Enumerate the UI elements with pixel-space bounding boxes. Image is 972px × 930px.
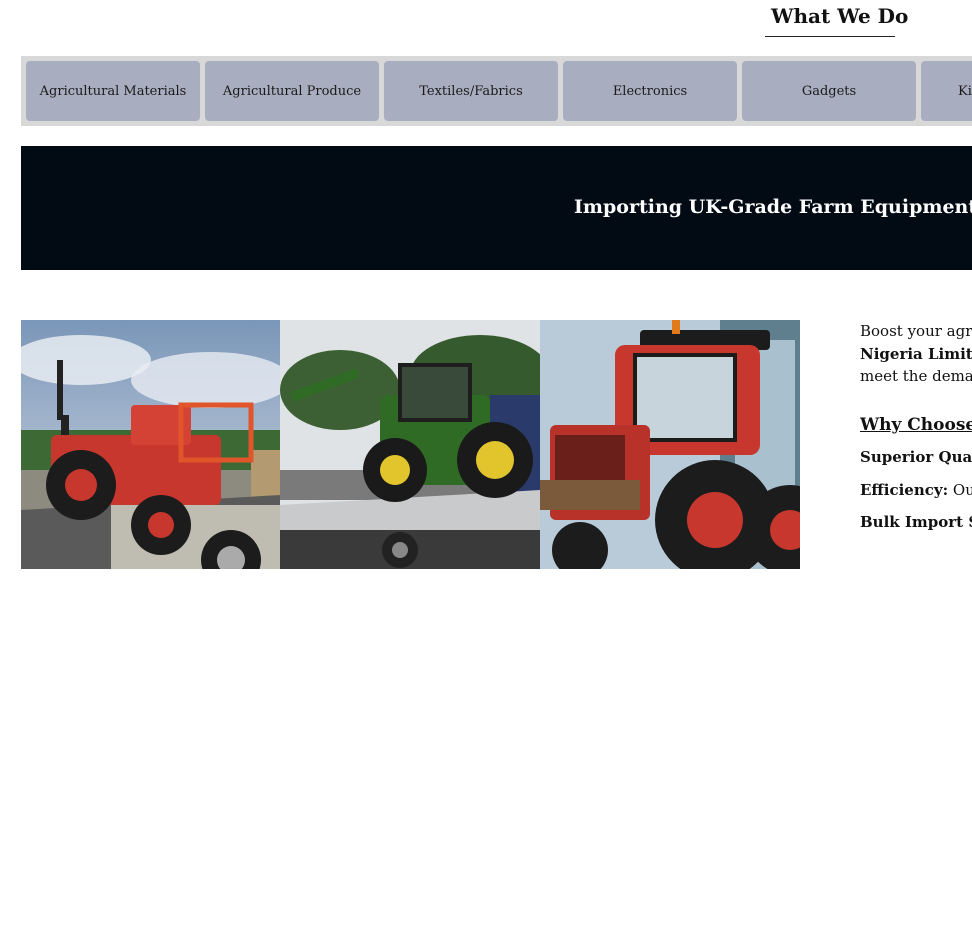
intro-line-3: meet the demar	[860, 367, 972, 385]
point-label: Superior Quali	[860, 448, 972, 466]
category-tabs: Agricultural Materials Agricultural Prod…	[21, 56, 972, 126]
section-heading-underline: What We Do	[765, 0, 908, 37]
point-text: Our	[952, 480, 972, 499]
tab-kitchen[interactable]: Ki	[921, 61, 972, 121]
hero-banner: Importing UK-Grade Farm Equipment and	[21, 146, 972, 270]
red-compact-tractor-on-trailer-photo	[21, 320, 280, 569]
tab-gadgets[interactable]: Gadgets	[742, 61, 916, 121]
point-superior-quality: Superior Quali	[860, 446, 972, 469]
intro-line-1: Boost your agri	[860, 322, 972, 340]
red-tractor-closeup-photo	[540, 320, 800, 569]
point-label: Efficiency:	[860, 480, 949, 499]
point-label: Bulk Import Sa	[860, 513, 972, 531]
tab-agricultural-produce[interactable]: Agricultural Produce	[205, 61, 379, 121]
tab-electronics[interactable]: Electronics	[563, 61, 737, 121]
intro-text-column: Boost your agri Nigeria Limited meet the…	[860, 320, 972, 534]
company-name: Nigeria Limited	[860, 344, 972, 363]
banner-title: Importing UK-Grade Farm Equipment and	[574, 196, 972, 218]
why-choose-heading: Why Choose (	[860, 414, 972, 435]
section-title: What We Do	[771, 4, 909, 28]
tab-textiles-fabrics[interactable]: Textiles/Fabrics	[384, 61, 558, 121]
point-bulk-import: Bulk Import Sa	[860, 511, 972, 534]
tab-agricultural-materials[interactable]: Agricultural Materials	[26, 61, 200, 121]
point-efficiency: Efficiency: Our	[860, 479, 972, 502]
green-tractor-on-flatbed-photo	[280, 320, 540, 569]
